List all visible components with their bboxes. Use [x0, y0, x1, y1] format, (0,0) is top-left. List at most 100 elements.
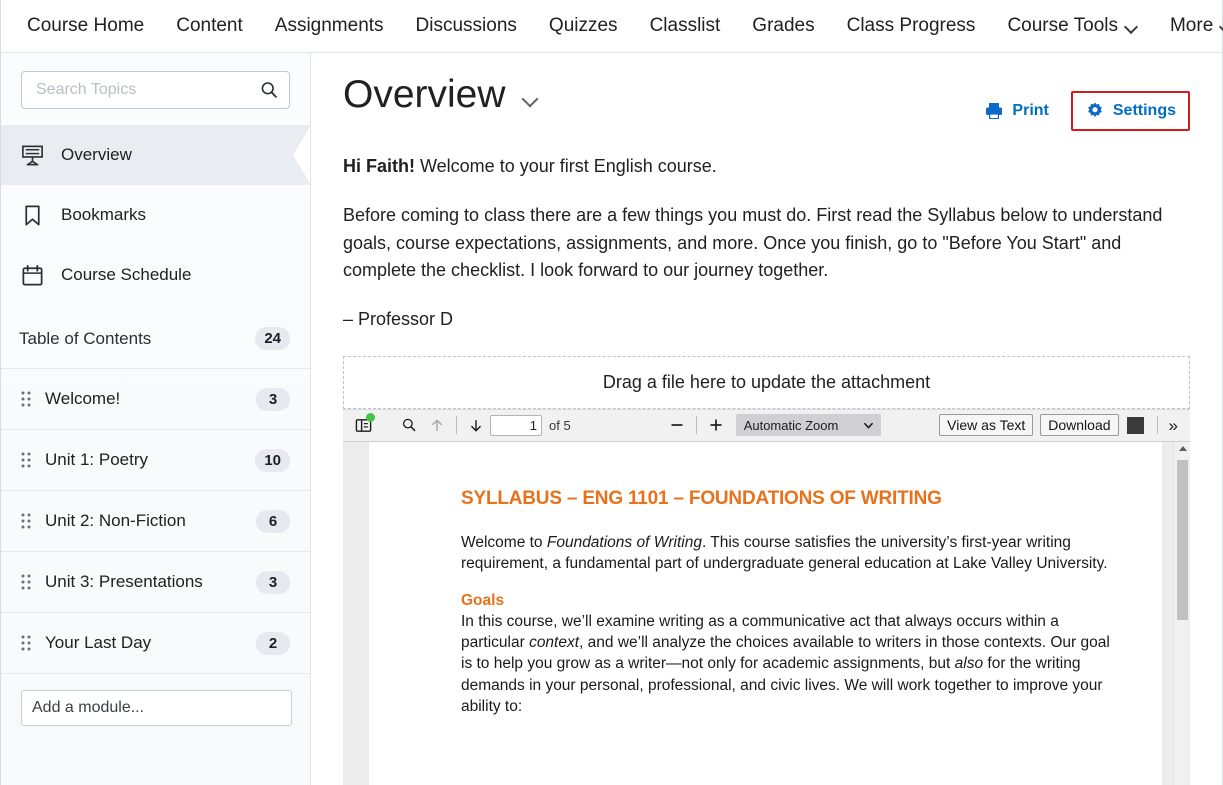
pdf-next-page-button[interactable] — [462, 412, 490, 438]
pdf-document-page: SYLLABUS – ENG 1101 – FOUNDATIONS OF WRI… — [369, 441, 1162, 785]
chevron-down-icon[interactable] — [524, 93, 536, 105]
course-navbar: Course Home Content Assignments Discussi… — [1, 0, 1222, 53]
bookmark-icon — [19, 202, 45, 228]
gear-icon — [1087, 102, 1102, 117]
nav-item-grades[interactable]: Grades — [736, 0, 830, 52]
module-label: Unit 1: Poetry — [45, 450, 148, 469]
toggle-sidebar-icon[interactable] — [349, 412, 377, 438]
search-icon — [403, 419, 416, 432]
download-button[interactable]: Download — [1040, 414, 1119, 437]
toc-count-badge: 24 — [255, 327, 290, 350]
toolbar-divider — [456, 416, 457, 435]
sidebar-item-label: Course Schedule — [61, 265, 192, 284]
notification-dot — [366, 413, 375, 423]
nav-item-class-progress[interactable]: Class Progress — [831, 0, 992, 52]
view-as-text-button[interactable]: View as Text — [939, 414, 1034, 437]
double-chevron-right-icon[interactable]: » — [1163, 417, 1184, 434]
module-count-badge: 6 — [256, 509, 290, 533]
nav-label: Assignments — [274, 15, 384, 36]
print-button[interactable]: Print — [970, 91, 1062, 131]
nav-item-content[interactable]: Content — [160, 0, 259, 52]
toc-label: Table of Contents — [19, 328, 152, 348]
search-topics-box[interactable] — [21, 71, 290, 109]
nav-label: Classlist — [649, 15, 721, 36]
plus-icon — [710, 419, 722, 431]
print-label: Print — [1012, 102, 1049, 119]
goals-text-italic-2: also — [954, 655, 984, 673]
sidebar-item-label: Overview — [61, 145, 132, 164]
module-row[interactable]: Your Last Day 2 — [1, 613, 310, 674]
greeting-paragraph: Hi Faith! Welcome to your first English … — [343, 153, 1190, 180]
add-module-placeholder: Add a module... — [32, 699, 145, 716]
module-row[interactable]: Unit 1: Poetry 10 — [1, 430, 310, 491]
pdf-page-total: of 5 — [549, 417, 571, 433]
nav-item-course-home[interactable]: Course Home — [15, 0, 160, 52]
module-row[interactable]: Welcome! 3 — [1, 369, 310, 430]
scroll-up-arrow-icon[interactable] — [1179, 445, 1187, 451]
minus-icon — [671, 424, 683, 427]
nav-label: Quizzes — [548, 15, 618, 36]
pdf-page-stage: SYLLABUS – ENG 1101 – FOUNDATIONS OF WRI… — [343, 441, 1190, 785]
scrollbar-thumb[interactable] — [1177, 459, 1188, 620]
instructions-paragraph: Before coming to class there are a few t… — [343, 205, 1163, 281]
nav-item-classlist[interactable]: Classlist — [634, 0, 737, 52]
nav-label: More — [1169, 15, 1214, 36]
nav-label: Course Tools — [1007, 15, 1118, 36]
nav-label: Grades — [752, 15, 815, 36]
sidebar-item-course-schedule[interactable]: Course Schedule — [1, 245, 310, 305]
module-label: Unit 2: Non-Fiction — [45, 511, 186, 530]
pdf-toolbar: of 5 Automa — [343, 409, 1190, 442]
arrow-up-icon — [432, 419, 442, 431]
nav-item-assignments[interactable]: Assignments — [259, 0, 400, 52]
printer-icon — [986, 103, 1003, 119]
module-count-badge: 3 — [256, 387, 290, 411]
pdf-find-button[interactable] — [395, 412, 423, 438]
pdf-zoom-out-button[interactable] — [663, 412, 691, 438]
color-swatch-button[interactable] — [1126, 416, 1144, 434]
sidebar-item-bookmarks[interactable]: Bookmarks — [1, 185, 310, 245]
add-module-field[interactable]: Add a module... — [21, 690, 292, 726]
settings-label: Settings — [1112, 102, 1176, 119]
drag-handle-icon[interactable] — [19, 389, 33, 409]
drag-handle-icon[interactable] — [19, 450, 33, 470]
drag-handle-icon[interactable] — [19, 633, 33, 653]
nav-item-discussions[interactable]: Discussions — [400, 0, 533, 52]
goals-text-italic-1: context — [529, 633, 580, 651]
drag-handle-icon[interactable] — [19, 511, 33, 531]
module-row[interactable]: Unit 3: Presentations 3 — [1, 552, 310, 613]
nav-item-quizzes[interactable]: Quizzes — [533, 0, 634, 52]
module-count-badge: 3 — [256, 570, 290, 594]
toolbar-divider — [695, 416, 697, 435]
sidebar-nav-list: Overview Bookmarks Course Schedule — [1, 125, 310, 305]
pdf-zoom-in-button[interactable] — [702, 412, 730, 438]
course-sidebar: Overview Bookmarks — [1, 53, 311, 785]
goals-paragraph: In this course, we’ll examine writing as… — [461, 611, 1110, 718]
dropzone-label: Drag a file here to update the attachmen… — [602, 371, 931, 392]
module-row[interactable]: Unit 2: Non-Fiction 6 — [1, 491, 310, 552]
pdf-zoom-value: Automatic Zoom — [743, 417, 839, 433]
drag-handle-icon[interactable] — [19, 572, 33, 592]
sidebar-item-overview[interactable]: Overview — [1, 125, 310, 185]
search-topics-row — [1, 53, 310, 125]
nav-label: Class Progress — [846, 15, 976, 36]
nav-item-course-tools[interactable]: Course Tools — [991, 0, 1154, 52]
intro-text-a: Welcome to — [461, 533, 547, 551]
chevron-down-icon — [864, 422, 874, 429]
greeting-bold: Hi Faith! — [343, 156, 415, 176]
nav-item-more[interactable]: More — [1154, 0, 1223, 52]
page-header: Overview Print Settings — [343, 53, 1190, 131]
attachment-dropzone[interactable]: Drag a file here to update the attachmen… — [343, 355, 1190, 409]
main-content: Overview Print Settings Hi Faith! Welcom… — [311, 53, 1222, 785]
syllabus-intro-paragraph: Welcome to Foundations of Writing. This … — [461, 532, 1110, 575]
search-input[interactable] — [34, 80, 259, 100]
pdf-zoom-select[interactable]: Automatic Zoom — [735, 414, 882, 437]
syllabus-heading: SYLLABUS – ENG 1101 – FOUNDATIONS OF WRI… — [461, 487, 942, 509]
settings-button[interactable]: Settings — [1070, 91, 1190, 131]
pdf-previous-page-button[interactable] — [423, 412, 451, 438]
greeting-rest: Welcome to your first English course. — [415, 156, 717, 176]
pdf-page-number-input[interactable] — [490, 414, 542, 436]
overview-easel-icon — [19, 142, 45, 168]
view-as-text-label: View as Text — [947, 417, 1026, 434]
calendar-icon — [19, 262, 45, 288]
pdf-scrollbar[interactable] — [1173, 441, 1190, 785]
